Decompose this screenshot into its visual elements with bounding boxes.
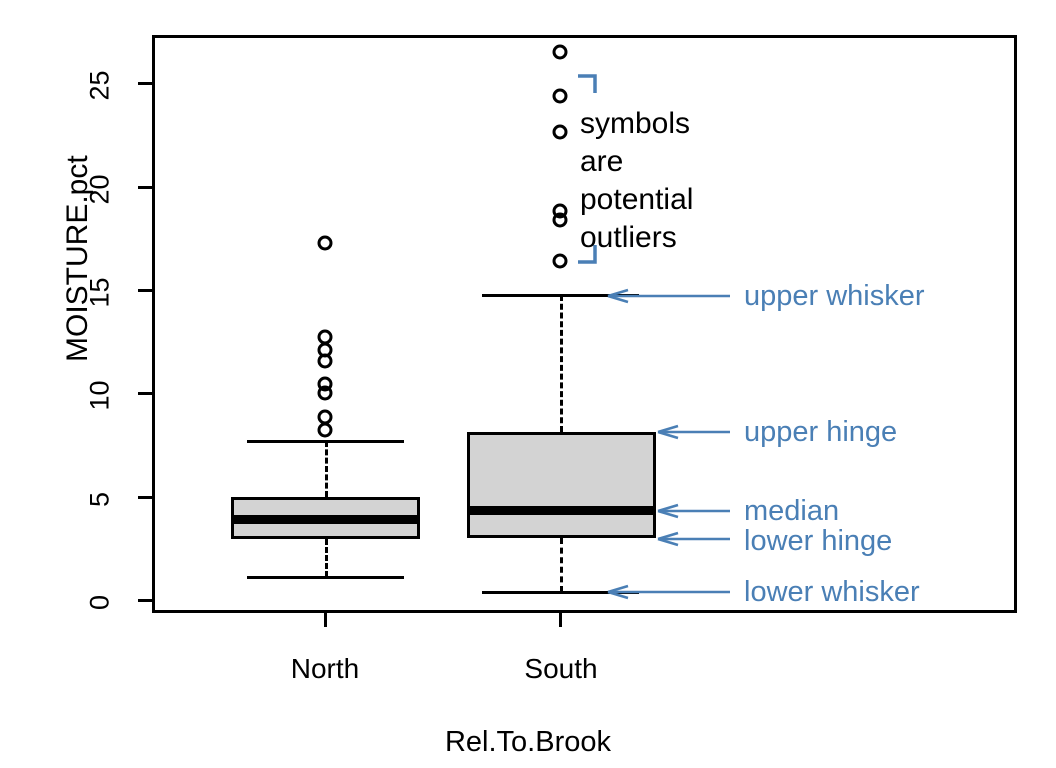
north-outlier — [317, 385, 333, 401]
north-outlier — [317, 353, 333, 369]
y-tick-mark-15 — [138, 289, 152, 292]
outlier-bracket-top-icon — [578, 74, 597, 93]
x-tick-mark-north — [324, 613, 327, 627]
upper-hinge-label: upper hinge — [744, 416, 898, 448]
south-outlier — [552, 88, 568, 104]
x-tick-mark-south — [559, 613, 562, 627]
south-upper-whisker-line — [560, 295, 563, 432]
lower-hinge-arrow-icon — [657, 531, 730, 547]
x-tick-label-north: North — [290, 653, 360, 684]
upper-whisker-label: upper whisker — [744, 280, 925, 312]
y-tick-label-5: 5 — [84, 491, 115, 508]
boxplot-figure: MOISTURE.pct 0 5 10 15 20 25 North South — [0, 0, 1056, 768]
north-median-line — [231, 515, 420, 524]
outlier-note-line-4: outliers — [580, 221, 677, 254]
north-upper-whisker-cap — [247, 440, 404, 443]
north-lower-whisker-cap — [247, 576, 404, 579]
south-median-line — [467, 506, 656, 515]
y-tick-label-15: 15 — [84, 277, 115, 308]
median-arrow-icon — [657, 503, 730, 519]
y-tick-mark-0 — [138, 599, 152, 602]
x-tick-label-south: South — [524, 653, 598, 684]
y-tick-mark-25 — [138, 82, 152, 85]
y-tick-mark-5 — [138, 496, 152, 499]
upper-whisker-arrow-icon — [607, 288, 730, 304]
outlier-note-line-1: symbols — [580, 107, 691, 140]
north-upper-whisker-line — [325, 441, 328, 497]
lower-whisker-label: lower whisker — [744, 576, 920, 608]
south-outlier — [552, 44, 568, 60]
x-axis-title: Rel.To.Brook — [444, 726, 611, 758]
south-outlier — [552, 124, 568, 140]
south-lower-whisker-line — [560, 538, 563, 592]
north-outlier — [317, 235, 333, 251]
outlier-note-line-2: are — [580, 145, 624, 178]
outlier-note-line-3: potential — [580, 183, 694, 216]
south-outlier — [552, 253, 568, 269]
south-outlier — [552, 212, 568, 228]
upper-hinge-arrow-icon — [657, 424, 730, 440]
median-label: median — [744, 495, 840, 527]
south-box — [467, 432, 656, 538]
y-tick-mark-20 — [138, 186, 152, 189]
north-lower-whisker-line — [325, 539, 328, 577]
lower-hinge-label: lower hinge — [744, 525, 893, 557]
lower-whisker-arrow-icon — [607, 584, 730, 600]
y-tick-mark-10 — [138, 392, 152, 395]
y-tick-label-10: 10 — [84, 380, 115, 411]
north-outlier — [317, 422, 333, 438]
y-tick-label-20: 20 — [84, 174, 115, 205]
y-tick-label-0: 0 — [84, 594, 115, 611]
y-tick-label-25: 25 — [84, 70, 115, 101]
